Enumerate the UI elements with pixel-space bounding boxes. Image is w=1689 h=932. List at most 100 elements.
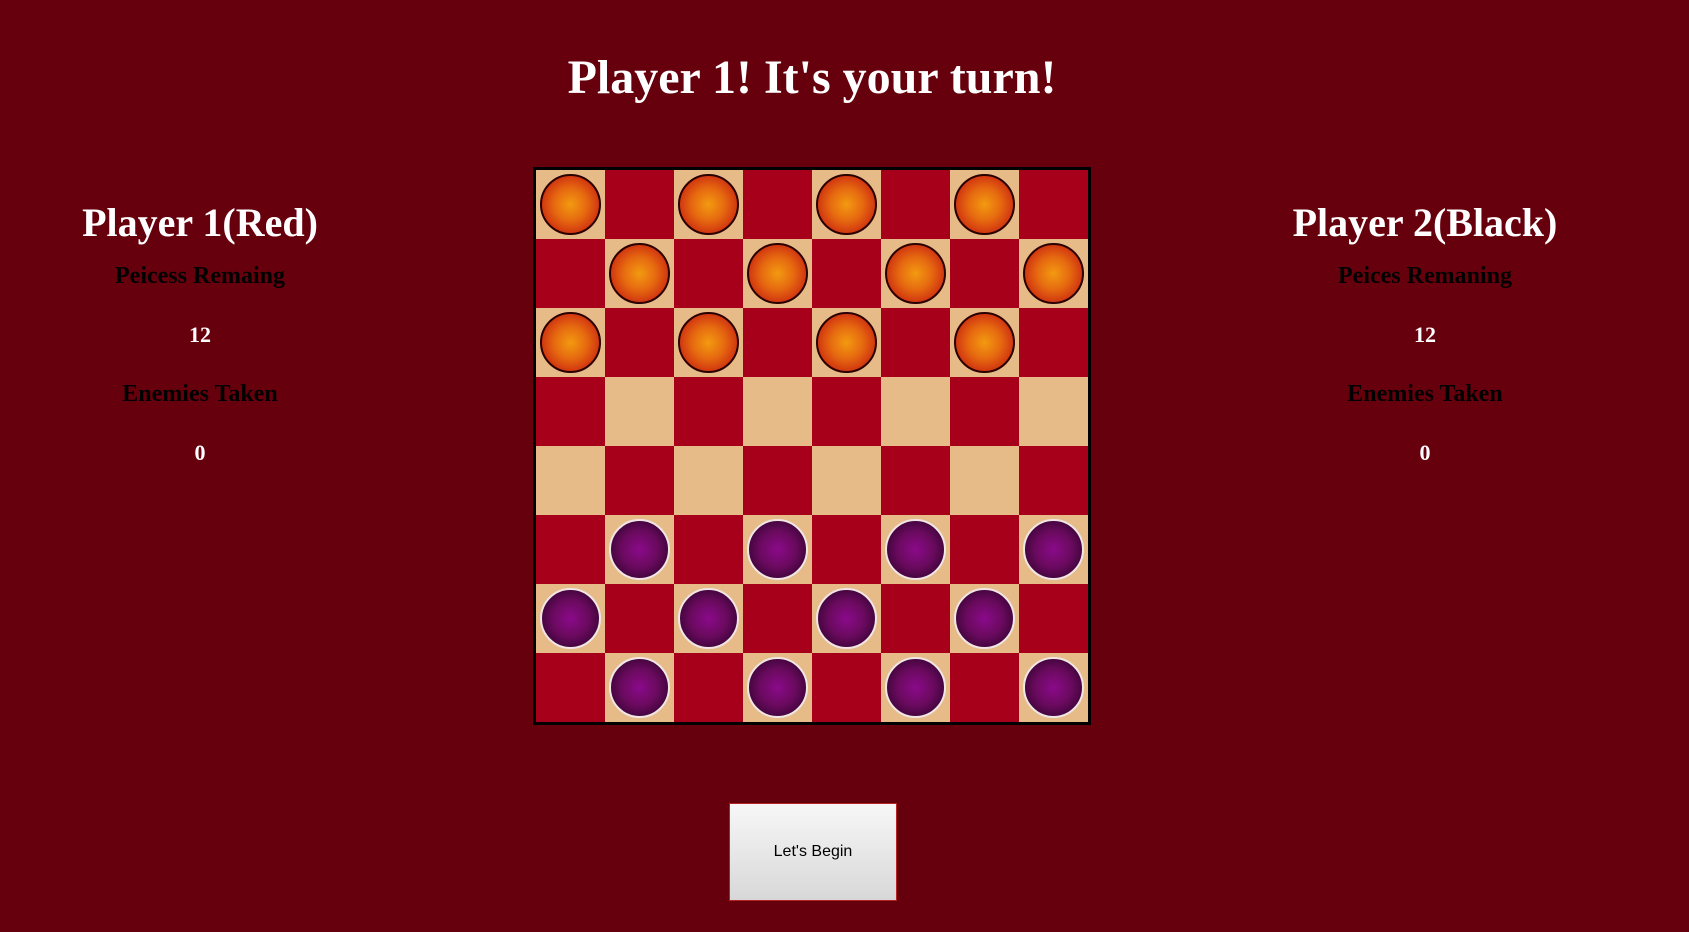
board-square[interactable] — [950, 308, 1019, 377]
board-square[interactable] — [950, 653, 1019, 722]
board-square[interactable] — [1019, 170, 1088, 239]
board-square[interactable] — [812, 377, 881, 446]
board-square[interactable] — [536, 515, 605, 584]
black-checker-piece[interactable] — [747, 657, 808, 718]
board-square[interactable] — [743, 515, 812, 584]
board-square[interactable] — [1019, 377, 1088, 446]
board-square[interactable] — [536, 170, 605, 239]
board-square[interactable] — [881, 308, 950, 377]
board-square[interactable] — [950, 584, 1019, 653]
black-checker-piece[interactable] — [885, 519, 946, 580]
board-square[interactable] — [1019, 446, 1088, 515]
board-square[interactable] — [881, 377, 950, 446]
board-square[interactable] — [536, 653, 605, 722]
board-square[interactable] — [881, 170, 950, 239]
board-square[interactable] — [605, 239, 674, 308]
red-checker-piece[interactable] — [540, 312, 601, 373]
board-square[interactable] — [812, 170, 881, 239]
board-square[interactable] — [605, 170, 674, 239]
red-checker-piece[interactable] — [678, 312, 739, 373]
black-checker-piece[interactable] — [954, 588, 1015, 649]
board-square[interactable] — [605, 446, 674, 515]
player-1-taken-label: Enemies Taken — [122, 381, 278, 407]
board-square[interactable] — [812, 584, 881, 653]
board-square[interactable] — [881, 653, 950, 722]
board-square[interactable] — [1019, 239, 1088, 308]
player-1-panel: Player 1(Red) Peicess Remaing 12 Enemies… — [0, 195, 410, 468]
black-checker-piece[interactable] — [540, 588, 601, 649]
player-2-taken-value: 0 — [1419, 440, 1431, 465]
board-square[interactable] — [536, 446, 605, 515]
black-checker-piece[interactable] — [609, 657, 670, 718]
red-checker-piece[interactable] — [540, 174, 601, 235]
board-square[interactable] — [605, 515, 674, 584]
red-checker-piece[interactable] — [816, 312, 877, 373]
player-2-taken-label: Enemies Taken — [1347, 381, 1503, 407]
player-1-name: Player 1(Red) — [82, 200, 318, 245]
board-square[interactable] — [536, 308, 605, 377]
board-square[interactable] — [674, 446, 743, 515]
black-checker-piece[interactable] — [885, 657, 946, 718]
red-checker-piece[interactable] — [816, 174, 877, 235]
board-square[interactable] — [743, 239, 812, 308]
board-square[interactable] — [743, 584, 812, 653]
black-checker-piece[interactable] — [747, 519, 808, 580]
board-square[interactable] — [812, 653, 881, 722]
board-square[interactable] — [743, 446, 812, 515]
board-square[interactable] — [743, 308, 812, 377]
board-square[interactable] — [536, 584, 605, 653]
lets-begin-button[interactable]: Let's Begin — [729, 803, 897, 901]
player-1-remaining-label: Peicess Remaing — [115, 263, 285, 289]
board-square[interactable] — [812, 239, 881, 308]
board-square[interactable] — [674, 515, 743, 584]
board-square[interactable] — [536, 239, 605, 308]
board-square[interactable] — [605, 584, 674, 653]
red-checker-piece[interactable] — [954, 312, 1015, 373]
black-checker-piece[interactable] — [816, 588, 877, 649]
board-square[interactable] — [605, 308, 674, 377]
board-square[interactable] — [605, 377, 674, 446]
board-square[interactable] — [674, 584, 743, 653]
board-square[interactable] — [1019, 584, 1088, 653]
board-square[interactable] — [674, 239, 743, 308]
player-2-panel: Player 2(Black) Peices Remaning 12 Enemi… — [1215, 195, 1635, 468]
red-checker-piece[interactable] — [1023, 243, 1084, 304]
red-checker-piece[interactable] — [885, 243, 946, 304]
board-square[interactable] — [674, 653, 743, 722]
player-1-taken-value: 0 — [194, 440, 206, 465]
board-square[interactable] — [743, 377, 812, 446]
board-square[interactable] — [950, 377, 1019, 446]
red-checker-piece[interactable] — [747, 243, 808, 304]
black-checker-piece[interactable] — [1023, 519, 1084, 580]
turn-message: Player 1! It's your turn! — [567, 51, 1057, 104]
board-square[interactable] — [1019, 653, 1088, 722]
player-2-name: Player 2(Black) — [1292, 200, 1558, 245]
black-checker-piece[interactable] — [1023, 657, 1084, 718]
board-square[interactable] — [881, 446, 950, 515]
board-square[interactable] — [674, 308, 743, 377]
board-square[interactable] — [605, 653, 674, 722]
board-square[interactable] — [743, 170, 812, 239]
board-square[interactable] — [1019, 515, 1088, 584]
board-square[interactable] — [674, 377, 743, 446]
board-square[interactable] — [674, 170, 743, 239]
board-square[interactable] — [812, 515, 881, 584]
black-checker-piece[interactable] — [678, 588, 739, 649]
board-square[interactable] — [812, 308, 881, 377]
board-square[interactable] — [950, 515, 1019, 584]
board-square[interactable] — [1019, 308, 1088, 377]
board-square[interactable] — [743, 653, 812, 722]
board-square[interactable] — [881, 515, 950, 584]
board-square[interactable] — [881, 239, 950, 308]
board-square[interactable] — [812, 446, 881, 515]
red-checker-piece[interactable] — [609, 243, 670, 304]
red-checker-piece[interactable] — [954, 174, 1015, 235]
red-checker-piece[interactable] — [678, 174, 739, 235]
board-square[interactable] — [881, 584, 950, 653]
board-square[interactable] — [950, 446, 1019, 515]
black-checker-piece[interactable] — [609, 519, 670, 580]
board-square[interactable] — [950, 170, 1019, 239]
board-square[interactable] — [950, 239, 1019, 308]
board-square[interactable] — [536, 377, 605, 446]
player-2-remaining-label: Peices Remaning — [1338, 263, 1512, 289]
